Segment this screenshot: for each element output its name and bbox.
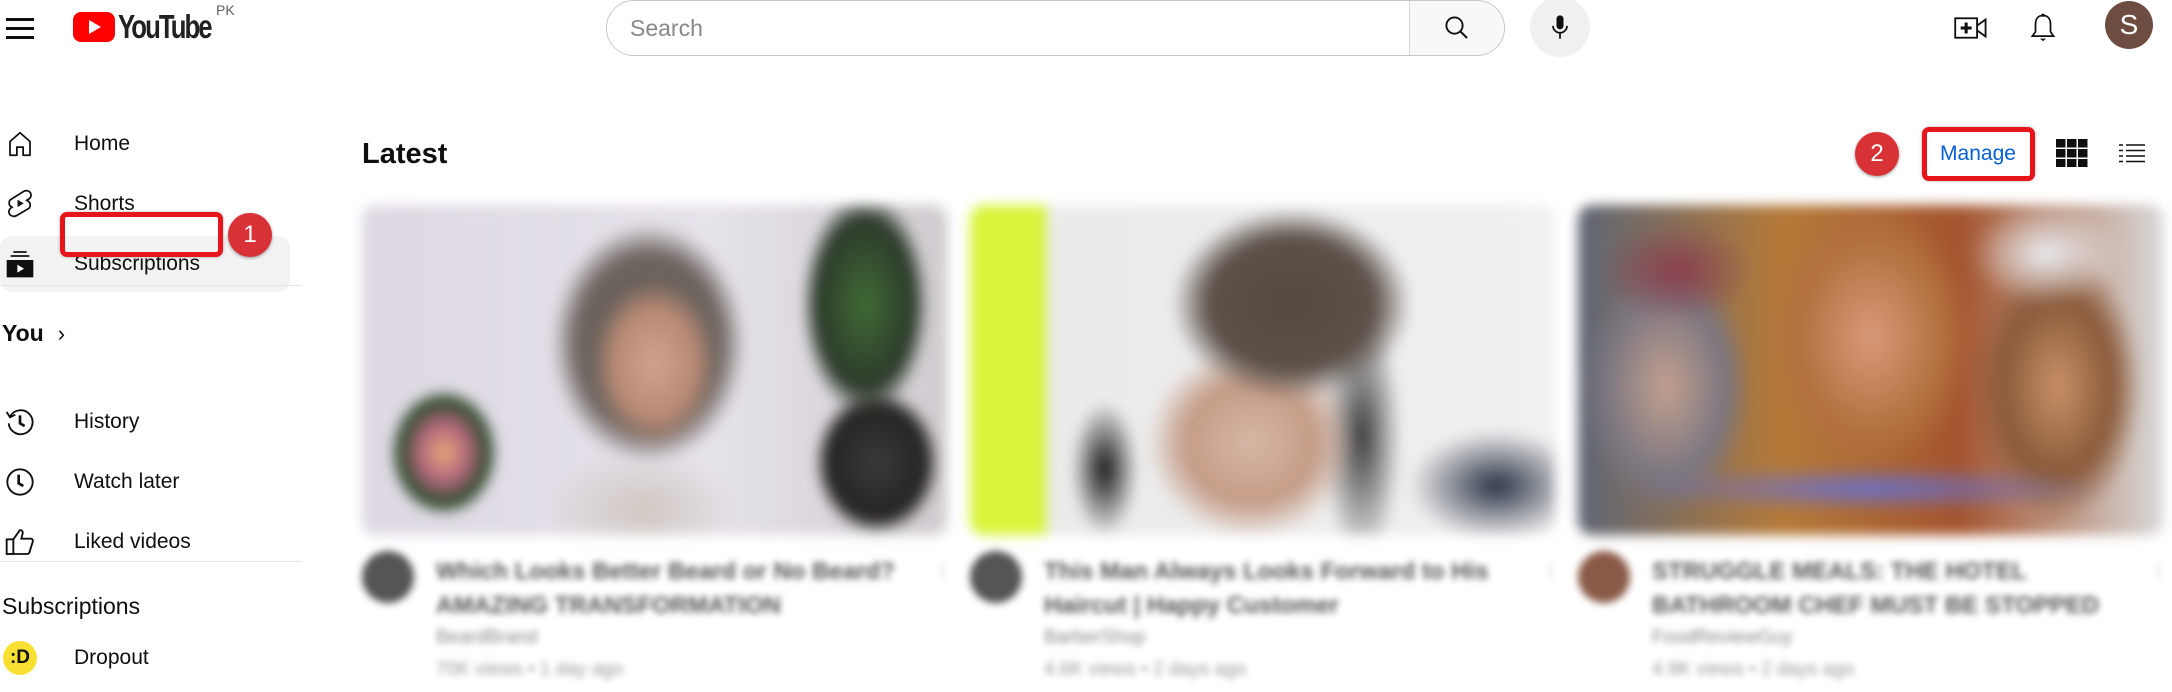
chevron-right-icon: › <box>57 320 66 346</box>
create-button[interactable] <box>1951 8 1991 48</box>
menu-icon-bar <box>6 27 34 30</box>
sidebar-item-label: Home <box>74 132 131 155</box>
you-section-title: You <box>2 320 44 346</box>
channel-avatar[interactable] <box>970 551 1022 603</box>
video-thumbnail[interactable] <box>362 205 947 535</box>
youtube-logo[interactable]: YouTube <box>73 8 237 45</box>
masthead: YouTube PK S <box>0 0 2172 57</box>
sidebar-item-label: Dropout <box>74 646 149 669</box>
more-options-icon[interactable]: ⋮ <box>935 561 951 587</box>
subscriptions-section-title: Subscriptions <box>2 593 141 619</box>
sidebar: Home Shorts Subscriptions You › History … <box>0 56 302 692</box>
search-button[interactable] <box>1409 1 1504 55</box>
list-view-button[interactable] <box>2112 133 2152 173</box>
video-card[interactable]: Which Looks Better Beard or No Beard? AM… <box>362 205 951 680</box>
sidebar-item-label: Liked videos <box>74 530 191 553</box>
shorts-icon <box>2 186 38 222</box>
sidebar-subscription-dropout[interactable]: :D Dropout <box>0 630 290 686</box>
video-title[interactable]: This Man Always Looks Forward to His Hai… <box>1044 555 1524 623</box>
video-thumbnail[interactable] <box>1578 205 2163 535</box>
channel-avatar[interactable] <box>1578 551 1630 603</box>
video-card[interactable]: This Man Always Looks Forward to His Hai… <box>970 205 1559 680</box>
grid-view-icon <box>2056 139 2088 167</box>
menu-icon-bar <box>6 36 34 39</box>
logo-text: YouTube <box>118 8 213 45</box>
video-meta: 4.6K views • 2 days ago <box>1044 659 1247 680</box>
manage-button[interactable]: Manage <box>1922 128 2034 180</box>
video-card[interactable]: STRUGGLE MEALS: THE HOTEL BATHROOM CHEF … <box>1578 205 2167 680</box>
video-thumbnail[interactable] <box>970 205 1555 535</box>
create-video-icon <box>1954 17 1987 39</box>
search-box <box>606 0 1505 56</box>
video-title[interactable]: STRUGGLE MEALS: THE HOTEL BATHROOM CHEF … <box>1652 555 2132 623</box>
sidebar-item-label: Shorts <box>74 192 135 215</box>
sidebar-item-label: Subscriptions <box>74 252 201 275</box>
region-code: PK <box>216 2 235 18</box>
channel-name[interactable]: BeardBrand <box>436 627 537 649</box>
search-input[interactable] <box>607 1 1409 55</box>
sidebar-item-label: Watch later <box>74 470 180 493</box>
menu-icon <box>6 18 34 21</box>
video-title[interactable]: Which Looks Better Beard or No Beard? AM… <box>436 555 916 623</box>
step-badge-2: 2 <box>1855 132 1899 176</box>
sidebar-divider <box>0 285 302 286</box>
dropout-logo-icon: :D <box>3 641 37 675</box>
sidebar-item-history[interactable]: History <box>0 394 290 450</box>
notifications-bell-icon <box>2030 13 2056 42</box>
notifications-button[interactable] <box>2023 8 2063 48</box>
list-view-icon <box>2119 144 2145 163</box>
search-icon <box>1445 16 1468 39</box>
step-badge-1: 1 <box>228 213 272 257</box>
mic-icon <box>1552 15 1568 39</box>
account-avatar[interactable]: S <box>2105 1 2153 49</box>
history-icon <box>2 404 38 440</box>
channel-avatar[interactable] <box>362 551 414 603</box>
sidebar-item-home[interactable]: Home <box>0 116 290 172</box>
section-heading-latest: Latest <box>362 138 448 170</box>
channel-name[interactable]: BarberShop <box>1044 627 1145 649</box>
more-options-icon[interactable]: ⋮ <box>2151 561 2167 587</box>
channel-name[interactable]: FoodReviewGuy <box>1652 627 1792 649</box>
watch-later-icon <box>2 464 38 500</box>
channel-avatar: :D <box>2 640 38 676</box>
menu-button[interactable] <box>0 8 40 48</box>
video-meta: 70K views • 1 day ago <box>436 659 624 680</box>
sidebar-divider <box>0 561 302 562</box>
home-icon <box>2 126 38 162</box>
you-section-header[interactable]: You › <box>2 320 65 347</box>
sidebar-item-watch-later[interactable]: Watch later <box>0 454 290 510</box>
more-options-icon[interactable]: ⋮ <box>1543 561 1559 587</box>
liked-videos-icon <box>2 524 38 560</box>
subscriptions-icon <box>2 246 38 282</box>
voice-search-button[interactable] <box>1530 0 1590 57</box>
youtube-play-icon <box>73 12 115 42</box>
sidebar-item-label: History <box>74 410 140 433</box>
video-meta: 4.9K views • 2 days ago <box>1652 659 1855 680</box>
grid-view-button[interactable] <box>2052 133 2092 173</box>
